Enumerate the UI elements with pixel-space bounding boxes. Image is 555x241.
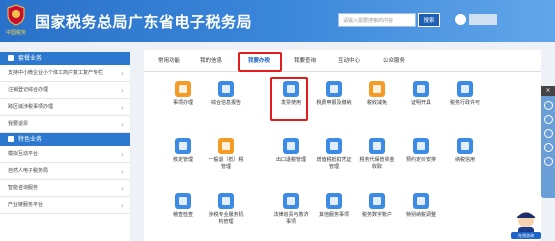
service-tile-label: 税务数字账户 <box>361 212 392 218</box>
service-tile-label: 税费申报及缴纳 <box>316 100 352 106</box>
user-avatar-icon[interactable] <box>455 14 466 25</box>
logo-subtitle: 中国税务 <box>6 30 27 36</box>
gavel-icon <box>283 193 299 209</box>
sidebar-section-packages[interactable]: 套餐业务 <box>0 52 130 65</box>
tax-emblem-icon <box>7 4 25 26</box>
sidebar: 套餐业务 支持中小微企业小个体工商户复工复产专栏 注销登记综合办理 跨区域涉税事… <box>0 52 130 241</box>
service-tile-label: 证明开具 <box>410 100 431 106</box>
service-tile-label: 增值税抵扣凭证管理 <box>316 157 352 170</box>
service-tile[interactable]: 其他服务事项 <box>315 192 353 234</box>
service-tile-label: 税务代保管资金收取 <box>359 157 395 170</box>
service-tile[interactable]: 核定管理 <box>164 137 202 179</box>
feature-icon <box>8 136 14 142</box>
service-tile-label: 发票使用 <box>280 100 301 106</box>
service-tile-label: 其他服务事项 <box>318 212 349 218</box>
other-service-icon <box>326 193 342 209</box>
help-icon[interactable] <box>543 143 553 152</box>
service-tile[interactable]: 事项办理 <box>164 80 202 122</box>
sidebar-item[interactable]: 产业链服务平台 <box>0 197 130 214</box>
certificate-icon <box>413 81 429 97</box>
service-tile[interactable]: 预约定价安排 <box>402 137 440 179</box>
pen-icon <box>175 81 191 97</box>
service-tile[interactable]: 证明开具 <box>402 80 440 122</box>
package-icon <box>8 55 14 61</box>
appointment-icon <box>413 138 429 154</box>
sidebar-item[interactable]: 注销登记综合办理 <box>0 82 130 99</box>
service-tile-label: 纳税信用 <box>454 157 475 163</box>
search-input[interactable]: 请输入需要搜索的内容 <box>338 13 416 27</box>
service-tile[interactable]: 增值税抵扣凭证管理 <box>315 137 353 179</box>
service-tile[interactable]: 税务数字账户 <box>358 192 396 234</box>
admin-license-icon <box>457 81 473 97</box>
message-icon[interactable] <box>543 115 553 124</box>
sidebar-item[interactable]: 跨区域涉税事项办理 <box>0 99 130 116</box>
invoice-icon <box>283 81 299 97</box>
document-icon <box>218 81 234 97</box>
service-tile-label: 综合信息报告 <box>210 100 241 106</box>
site-title: 国家税务总局广东省电子税务局 <box>35 13 253 31</box>
main-panel: 常用功能 我的信息 我要办税 我要查询 互动中心 公众服务 事项办理 综合信息报告… <box>144 50 541 241</box>
service-tile[interactable]: 税务行政许可 <box>446 80 484 122</box>
approval-icon <box>175 138 191 154</box>
tab-bar: 常用功能 我的信息 我要办税 我要查询 互动中心 公众服务 <box>144 50 541 72</box>
export-refund-icon <box>283 138 299 154</box>
service-tile[interactable]: 一般退（抵）税管理 <box>207 137 245 179</box>
refund-icon <box>218 138 234 154</box>
service-tile-label: 稽查检查 <box>172 212 193 218</box>
custody-funds-icon <box>369 138 385 154</box>
sidebar-item[interactable]: 支持中小微企业小个体工商户复工复产专栏 <box>0 65 130 82</box>
service-tile[interactable]: 发票使用 <box>272 80 310 122</box>
scroll-top-icon[interactable] <box>543 157 553 166</box>
service-tile-label: 特别纳税调整 <box>405 212 436 218</box>
tax-adjust-icon <box>413 193 429 209</box>
sidebar-item[interactable]: 我要退票 <box>0 116 130 133</box>
service-tile-label: 一般退（抵）税管理 <box>208 157 244 170</box>
sidebar-item[interactable]: 模拟互动平台 <box>0 146 130 163</box>
user-name[interactable] <box>469 14 497 25</box>
close-icon[interactable]: × <box>541 86 555 96</box>
tax-declare-icon <box>326 81 342 97</box>
service-tile[interactable]: 税费申报及缴纳 <box>315 80 353 122</box>
service-tile[interactable]: 法律追责与救济事项 <box>272 192 310 234</box>
service-tile-label: 事项办理 <box>172 100 193 106</box>
inspection-icon <box>175 193 191 209</box>
service-tile[interactable]: 涉税专业服务机构管理 <box>207 192 245 234</box>
service-tile-label: 税务行政许可 <box>449 100 480 106</box>
credit-icon <box>457 138 473 154</box>
service-tile[interactable]: 综合信息报告 <box>207 80 245 122</box>
digital-account-icon <box>369 193 385 209</box>
sidebar-item[interactable]: 自然人电子税务局 <box>0 163 130 180</box>
tab-query[interactable]: 我要查询 <box>288 50 322 72</box>
service-tile-label: 预约定价安排 <box>405 157 436 163</box>
service-tile-label: 出口退税管理 <box>275 157 306 163</box>
highlight-frame-tab <box>238 52 282 72</box>
service-tile[interactable]: 稽查检查 <box>164 192 202 234</box>
tax-relief-icon <box>369 81 385 97</box>
service-tile-label: 核定管理 <box>172 157 193 163</box>
service-tile[interactable]: 税收减免 <box>358 80 396 122</box>
search-button[interactable]: 搜索 <box>418 13 440 27</box>
tab-my-info[interactable]: 我的信息 <box>194 50 228 72</box>
service-tile-label: 税收减免 <box>366 100 387 106</box>
home-icon[interactable] <box>543 101 553 110</box>
service-tile[interactable]: 出口退税管理 <box>272 137 310 179</box>
tab-interaction[interactable]: 互动中心 <box>332 50 366 72</box>
site-header: 中国税务 国家税务总局广东省电子税务局 请输入需要搜索的内容 搜索 <box>0 0 555 42</box>
service-tile[interactable]: 纳税信用 <box>446 137 484 179</box>
service-tile-label: 法律追责与救济事项 <box>273 212 309 225</box>
tab-public-service[interactable]: 公众服务 <box>377 50 411 72</box>
service-tile[interactable]: 税务代保管资金收取 <box>358 137 396 179</box>
tab-common[interactable]: 常用功能 <box>152 50 186 72</box>
service-tile-label: 涉税专业服务机构管理 <box>208 212 244 225</box>
mascot-label[interactable]: 在线咨询 <box>511 232 541 239</box>
sidebar-item[interactable]: 智能咨询服务 <box>0 180 130 197</box>
service-tile[interactable]: 特别纳税调整 <box>402 192 440 234</box>
sidebar-section-features[interactable]: 特色业务 <box>0 133 130 146</box>
vat-voucher-icon <box>326 138 342 154</box>
right-rail: × <box>541 86 555 198</box>
agency-icon <box>218 193 234 209</box>
phone-icon[interactable] <box>543 129 553 138</box>
